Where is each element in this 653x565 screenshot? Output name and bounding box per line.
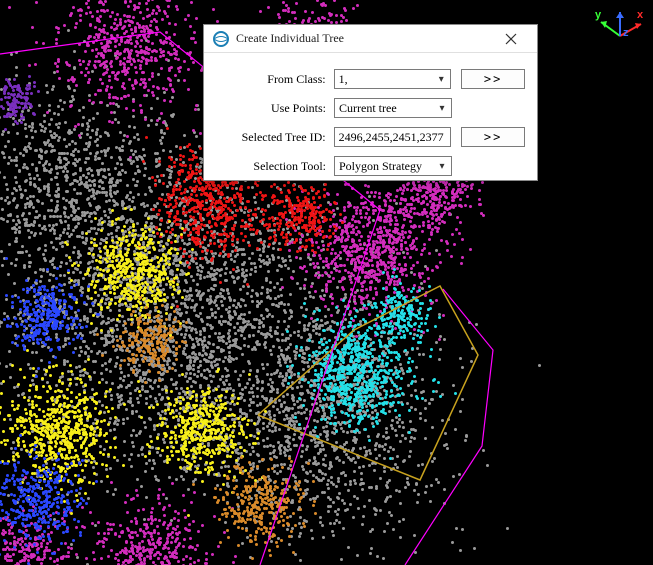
chevron-down-icon: ▾ bbox=[437, 161, 447, 172]
svg-text:y: y bbox=[595, 9, 602, 21]
selection-tool-label: Selection Tool: bbox=[216, 159, 334, 174]
dialog-titlebar[interactable]: Create Individual Tree bbox=[204, 25, 537, 53]
button-label: >> bbox=[484, 130, 502, 144]
create-individual-tree-dialog: Create Individual Tree From Class: 1, ▾ … bbox=[203, 24, 538, 181]
selection-tool-value: Polygon Strategy bbox=[339, 159, 437, 174]
app-logo-icon bbox=[212, 30, 230, 48]
use-points-label: Use Points: bbox=[216, 101, 334, 116]
from-class-select[interactable]: 1, ▾ bbox=[334, 69, 452, 89]
use-points-value: Current tree bbox=[339, 101, 437, 116]
svg-text:z: z bbox=[623, 27, 629, 39]
close-icon[interactable] bbox=[491, 27, 531, 51]
chevron-down-icon: ▾ bbox=[437, 103, 447, 114]
selected-tree-id-value: 2496,2455,2451,2377 bbox=[339, 130, 444, 145]
selected-tree-id-input[interactable]: 2496,2455,2451,2377 bbox=[334, 127, 452, 147]
dialog-title: Create Individual Tree bbox=[236, 31, 491, 46]
chevron-down-icon: ▾ bbox=[436, 74, 446, 85]
from-class-label: From Class: bbox=[216, 72, 334, 87]
dialog-form: From Class: 1, ▾ >> Use Points: Current … bbox=[204, 53, 537, 189]
axis-gizmo[interactable]: x y z bbox=[595, 6, 645, 56]
from-class-more-button[interactable]: >> bbox=[461, 69, 525, 89]
selected-tree-id-label: Selected Tree ID: bbox=[216, 130, 334, 145]
use-points-select[interactable]: Current tree ▾ bbox=[334, 98, 452, 118]
selected-tree-id-more-button[interactable]: >> bbox=[461, 127, 525, 147]
selection-tool-select[interactable]: Polygon Strategy ▾ bbox=[334, 156, 452, 176]
point-cloud-viewport[interactable]: x y z Create Individual Tree From Class:… bbox=[0, 0, 653, 565]
from-class-value: 1, bbox=[339, 72, 437, 87]
button-label: >> bbox=[484, 72, 502, 86]
svg-text:x: x bbox=[637, 9, 644, 21]
